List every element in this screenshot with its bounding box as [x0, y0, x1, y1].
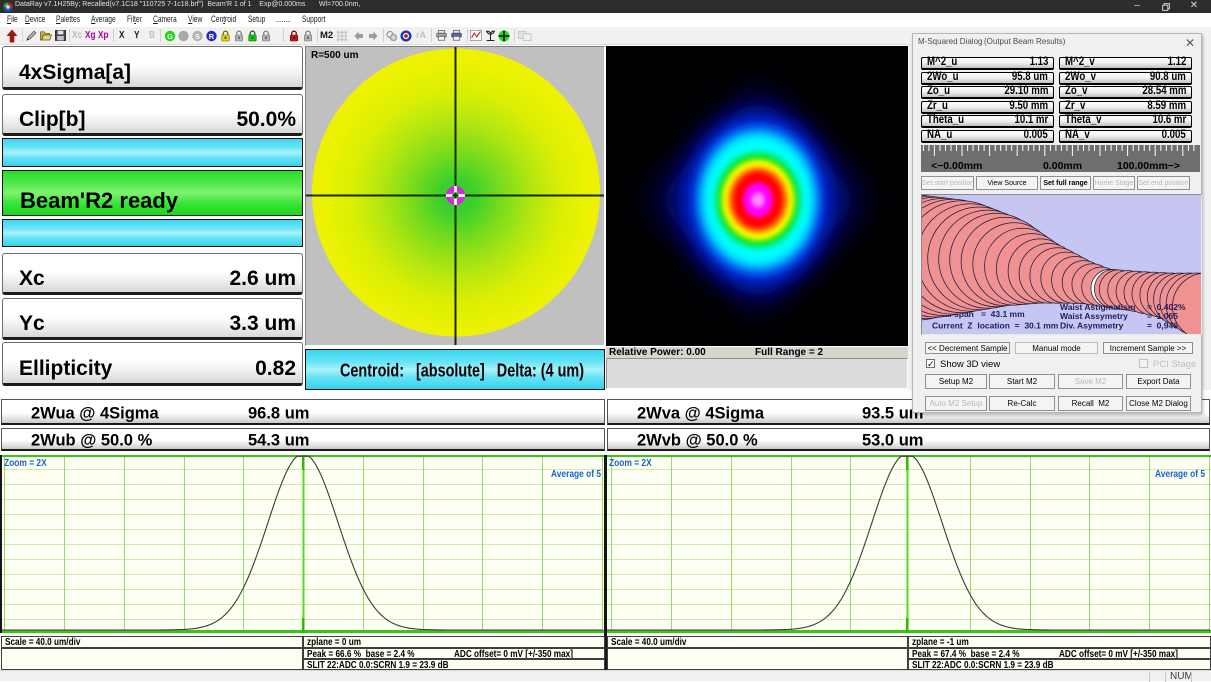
svg-text:Current Z location = 30.1: Current Z location = 30.1 mm — [932, 321, 1059, 331]
svg-text:R=500 um: R=500 um — [311, 50, 359, 61]
svg-text:S: S — [195, 32, 200, 41]
svg-text:Div. Asymmetry: Div. Asymmetry — [1060, 321, 1124, 331]
svg-text:G: G — [167, 32, 173, 41]
svg-text:Waist Assymetry: Waist Assymetry — [1060, 311, 1128, 321]
svg-text:= 1,065: = 1,065 — [1147, 311, 1178, 321]
svg-text:R: R — [209, 32, 215, 41]
svg-text:= 0,946: = 0,946 — [1147, 321, 1178, 331]
